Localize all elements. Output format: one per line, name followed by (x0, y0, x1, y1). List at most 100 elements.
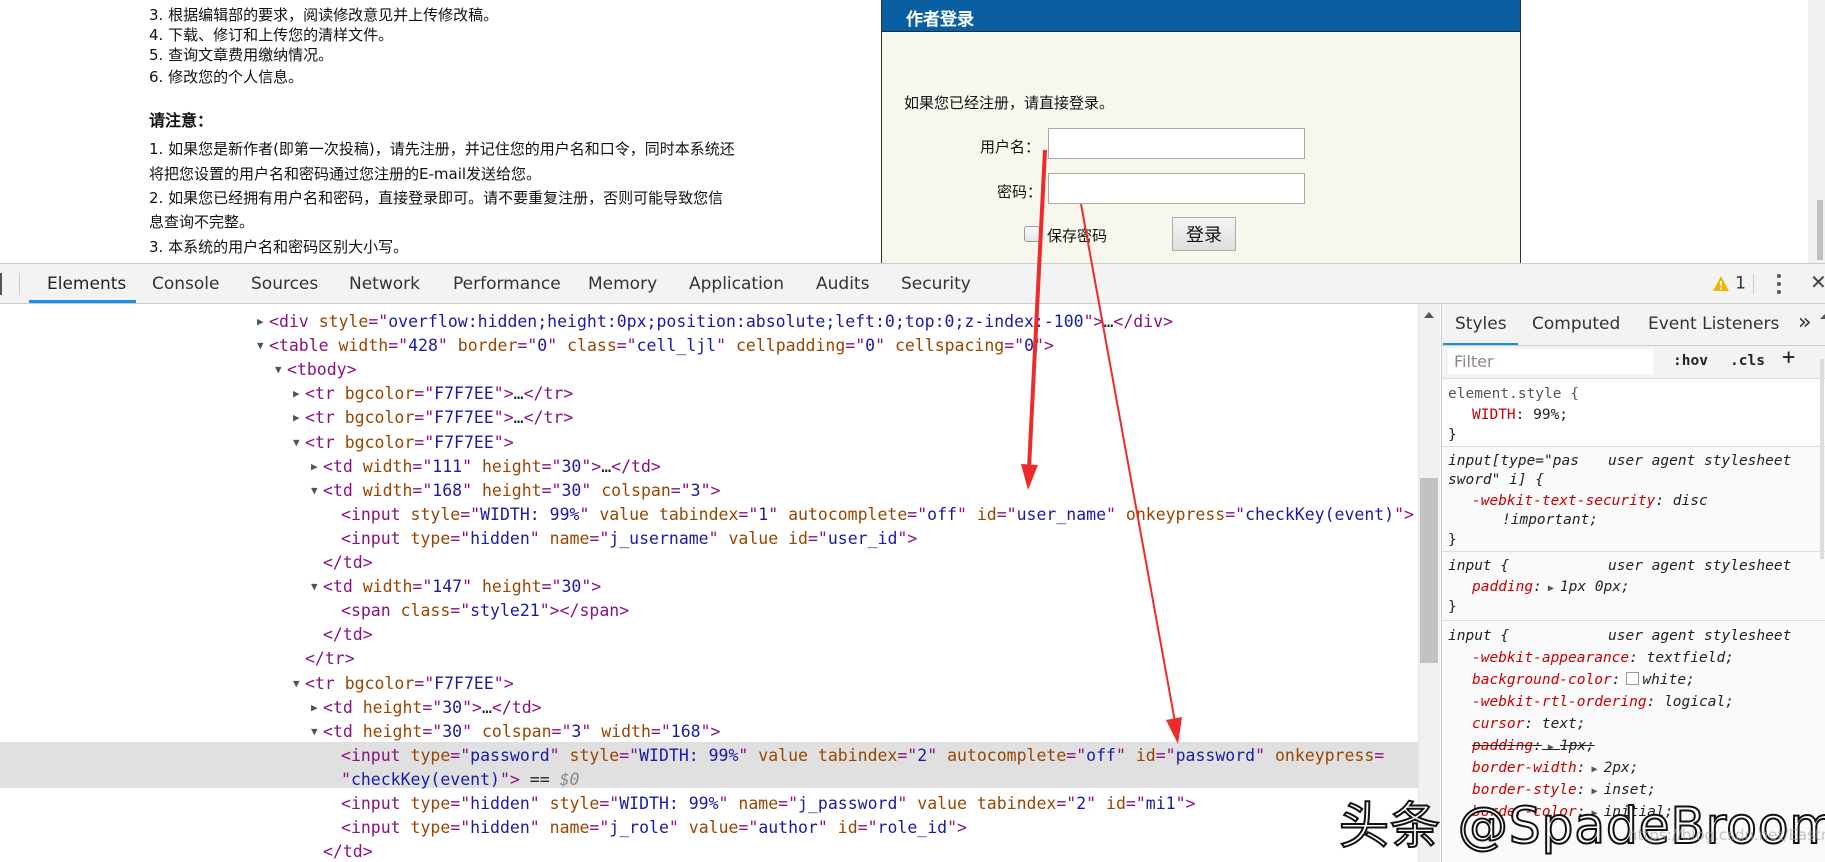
code-token-punct: =" (845, 336, 866, 356)
code-token-punct: > (346, 360, 357, 380)
expand-triangle-icon[interactable]: ▶ (1586, 764, 1604, 775)
warnings-button[interactable]: 1 (1712, 273, 1746, 294)
class-toggle[interactable]: .cls (1730, 350, 1765, 372)
tab-computed[interactable]: Computed (1532, 314, 1620, 334)
rule-selector[interactable]: element.style { (1448, 383, 1579, 405)
code-token-punct: =" (778, 794, 799, 813)
dom-node-line[interactable]: ▶ <tr bgcolor="F7F7EE">…</tr> (293, 406, 573, 430)
code-token-tag: td (332, 456, 353, 476)
dom-node-line[interactable]: ▼ <tr bgcolor="F7F7EE"> (293, 672, 514, 696)
collapse-triangle-icon[interactable]: ▼ (293, 431, 300, 455)
scroll-up-arrow-icon[interactable] (1424, 312, 1434, 318)
code-token-tag: tbody (296, 360, 347, 380)
more-options-icon[interactable] (1775, 273, 1783, 295)
dom-node-line[interactable]: ▼ <td height="30" colspan="3" width="168"… (311, 720, 720, 744)
tab-audits[interactable]: Audits (816, 274, 869, 294)
dom-node-line[interactable]: <input type="hidden" style="WIDTH: 99%" … (341, 792, 1195, 816)
code-token-punct: " (462, 480, 473, 500)
styles-scrollbar-thumb[interactable] (1820, 359, 1824, 559)
tab-performance[interactable]: Performance (453, 274, 561, 294)
dom-node-line[interactable]: ▶ <tr bgcolor="F7F7EE">…</tr> (293, 382, 573, 406)
css-declaration[interactable]: WIDTH: 99%; (1472, 404, 1568, 426)
more-tabs-icon[interactable]: » (1798, 310, 1811, 335)
tab-application[interactable]: Application (689, 274, 784, 294)
css-declaration[interactable]: background-color: white; (1472, 669, 1695, 691)
tab-event-listeners[interactable]: Event Listeners (1648, 314, 1779, 334)
username-input[interactable] (1048, 128, 1305, 159)
code-token-punct: < (305, 408, 315, 428)
expand-triangle-icon[interactable]: ▶ (1542, 742, 1560, 753)
dock-handle[interactable] (0, 273, 2, 295)
add-rule-icon[interactable]: + (1782, 347, 1795, 369)
expand-triangle-icon[interactable]: ▶ (293, 406, 300, 430)
expand-triangle-icon[interactable]: ▶ (311, 455, 318, 479)
css-declaration[interactable]: padding: ▶ 1px; (1472, 735, 1595, 759)
css-declaration[interactable]: border-width: ▶ 2px; (1472, 757, 1638, 781)
dom-node-line[interactable]: <input type="hidden" name="j_role" value… (341, 816, 967, 840)
code-token-punct: "> (1034, 336, 1054, 356)
login-button[interactable]: 登录 (1172, 217, 1236, 251)
dom-node-line[interactable]: ▼ <td width="147" height="30"> (311, 575, 601, 599)
styles-filter-input[interactable]: Filter (1448, 349, 1653, 374)
password-input[interactable] (1048, 173, 1305, 204)
dom-node-line[interactable]: ▶ <td height="30">…</td> (311, 696, 542, 720)
remember-password-label[interactable]: 保存密码 (1047, 225, 1107, 246)
css-declaration[interactable]: cursor: text; (1472, 713, 1586, 735)
dom-node-selected[interactable]: <input type="password" style="WIDTH: 99%… (341, 744, 1384, 768)
dom-node-line[interactable]: ▼ <table width="428" border="0" class="ce… (257, 334, 1054, 358)
code-token-punct: =" (450, 601, 471, 621)
code-token-punct: "></ (539, 601, 580, 621)
elements-scrollbar-thumb[interactable] (1420, 478, 1438, 663)
dom-node-line[interactable]: ▶ <div style="overflow:hidden;height:0px;… (257, 310, 1173, 334)
tab-styles[interactable]: Styles (1455, 314, 1507, 334)
expand-triangle-icon[interactable]: ▶ (257, 310, 264, 334)
expand-triangle-icon[interactable]: ▶ (293, 382, 300, 406)
dom-node-line[interactable]: </td> (323, 840, 373, 862)
styles-scrollbar[interactable] (1820, 304, 1825, 862)
color-swatch[interactable] (1626, 672, 1640, 685)
dom-node-line[interactable]: <span class="style21"></span> (341, 599, 629, 623)
tab-elements[interactable]: Elements (47, 274, 126, 294)
tab-console[interactable]: Console (152, 274, 220, 294)
expand-triangle-icon[interactable]: ▶ (1542, 583, 1560, 594)
collapse-triangle-icon[interactable]: ▼ (293, 672, 300, 696)
tab-memory[interactable]: Memory (588, 274, 657, 294)
collapse-triangle-icon[interactable]: ▼ (311, 720, 318, 744)
code-token-punct: "> (493, 408, 514, 428)
code-token-punct: "> (499, 769, 520, 789)
tab-network[interactable]: Network (349, 274, 420, 294)
dom-node-line[interactable]: </td> (323, 551, 373, 575)
remember-password-checkbox[interactable] (1024, 226, 1040, 242)
code-token-attr: id (976, 504, 997, 524)
hover-state-toggle[interactable]: :hov (1673, 350, 1708, 372)
code-token-attr: colspan (481, 721, 552, 741)
tab-security[interactable]: Security (901, 274, 971, 294)
collapse-triangle-icon[interactable]: ▼ (275, 358, 282, 382)
dom-node-selected[interactable]: "checkKey(event)"> == $0 (341, 768, 579, 792)
code-token-tag: td (332, 577, 353, 597)
code-token-punct: > (531, 697, 542, 717)
page-scrollbar-thumb[interactable] (1817, 200, 1823, 260)
dom-node-line[interactable]: ▶ <td width="111" height="30">…</td> (311, 455, 661, 479)
code-token-val: F7F7EE (434, 673, 494, 693)
dom-node-line[interactable]: ▼ <tr bgcolor="F7F7EE"> (293, 431, 514, 455)
tab-sources[interactable]: Sources (251, 274, 318, 294)
css-declaration[interactable]: -webkit-rtl-ordering: logical; (1472, 691, 1734, 713)
dom-node-line[interactable]: ▼ <td width="168" height="30" colspan="3"… (311, 479, 720, 503)
collapse-triangle-icon[interactable]: ▼ (311, 479, 318, 503)
collapse-triangle-icon[interactable]: ▼ (311, 575, 318, 599)
dom-node-line[interactable]: ▼ <tbody> (275, 358, 357, 382)
dom-node-line[interactable]: </tr> (305, 647, 355, 671)
dom-node-line[interactable]: <input type="hidden" name="j_username" v… (341, 527, 917, 551)
close-devtools-icon[interactable]: ✕ (1810, 270, 1825, 294)
dom-node-line[interactable]: <input style="WIDTH: 99%" value tabindex… (341, 503, 1414, 527)
dom-node-line[interactable]: </td> (323, 623, 373, 647)
css-declaration[interactable]: -webkit-appearance: textfield; (1472, 647, 1734, 669)
collapse-triangle-icon[interactable]: ▼ (257, 334, 264, 358)
code-token-punct: " (579, 504, 590, 524)
expand-triangle-icon[interactable]: ▶ (311, 696, 318, 720)
code-token-val: 168 (432, 480, 463, 500)
